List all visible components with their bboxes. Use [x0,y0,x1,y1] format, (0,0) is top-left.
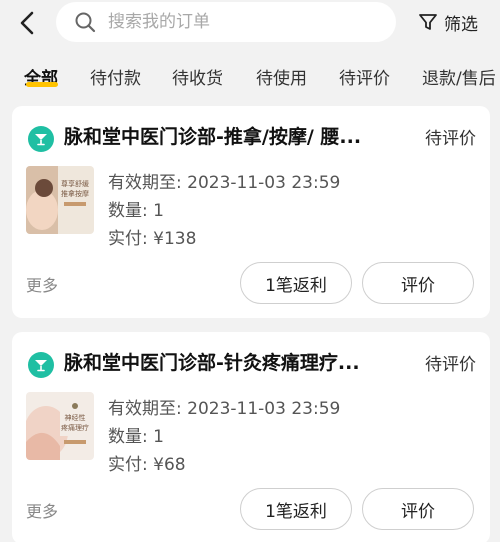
quantity-line: 数量: 1 [108,196,164,221]
search-box[interactable] [56,2,396,42]
cocktail-glass-icon [28,126,54,152]
paid-label: 实付: [108,229,148,249]
svg-text:尊享舒缓: 尊享舒缓 [61,179,89,188]
filter-button[interactable]: 筛选 [418,8,488,36]
paid-value: ¥138 [153,229,197,249]
active-tab-indicator [26,82,58,87]
tab-pending-review[interactable]: 待评价 [339,64,390,89]
back-button[interactable] [14,8,40,38]
order-status: 待评价 [425,355,476,375]
quantity-value: 1 [153,201,164,221]
review-button[interactable]: 评价 [362,262,474,304]
search-input[interactable] [108,2,378,42]
expiry-value: 2023-11-03 23:59 [187,173,341,193]
order-card[interactable]: 脉和堂中医门诊部-针灸疼痛理疗... 待评价 神经性 疼痛理疗 有效期至: 20… [12,332,490,542]
quantity-label: 数量: [108,427,148,447]
more-link[interactable]: 更多 [26,272,58,296]
paid-line: 实付: ¥138 [108,224,196,249]
svg-text:神经性: 神经性 [65,413,86,422]
more-link[interactable]: 更多 [26,498,58,522]
chevron-left-icon [20,11,34,35]
expiry-line: 有效期至: 2023-11-03 23:59 [108,394,340,419]
expiry-label: 有效期至: [108,399,182,419]
search-icon [75,12,96,33]
filter-label: 筛选 [444,14,478,35]
expiry-line: 有效期至: 2023-11-03 23:59 [108,168,340,193]
paid-value: ¥68 [153,455,186,475]
product-thumbnail[interactable]: 尊享舒缓 推拿按摩 [26,166,94,234]
order-status: 待评价 [425,129,476,149]
shop-title[interactable]: 脉和堂中医门诊部-针灸疼痛理疗... [64,348,404,375]
product-thumbnail[interactable]: 神经性 疼痛理疗 [26,392,94,460]
expiry-value: 2023-11-03 23:59 [187,399,341,419]
tab-pending-use[interactable]: 待使用 [256,64,307,89]
tab-refund[interactable]: 退款/售后 [422,64,496,89]
shop-title[interactable]: 脉和堂中医门诊部-推拿/按摩/ 腰... [64,122,404,149]
paid-line: 实付: ¥68 [108,450,186,475]
order-tabs: 全部 待付款 待收货 待使用 待评价 退款/售后 [0,58,500,98]
paid-label: 实付: [108,455,148,475]
rebate-button[interactable]: 1笔返利 [240,488,352,530]
review-button[interactable]: 评价 [362,488,474,530]
tab-pending-receipt[interactable]: 待收货 [172,64,223,89]
order-card[interactable]: 脉和堂中医门诊部-推拿/按摩/ 腰... 待评价 尊享舒缓 推拿按摩 有效期至:… [12,106,490,318]
svg-text:疼痛理疗: 疼痛理疗 [61,423,89,432]
expiry-label: 有效期至: [108,173,182,193]
top-bar: 筛选 全部 待付款 待收货 待使用 待评价 退款/售后 [0,0,500,100]
filter-icon [419,14,437,30]
quantity-label: 数量: [108,201,148,221]
svg-text:推拿按摩: 推拿按摩 [61,189,89,198]
quantity-value: 1 [153,427,164,447]
cocktail-glass-icon [28,352,54,378]
quantity-line: 数量: 1 [108,422,164,447]
rebate-button[interactable]: 1笔返利 [240,262,352,304]
tab-pending-payment[interactable]: 待付款 [90,64,141,89]
